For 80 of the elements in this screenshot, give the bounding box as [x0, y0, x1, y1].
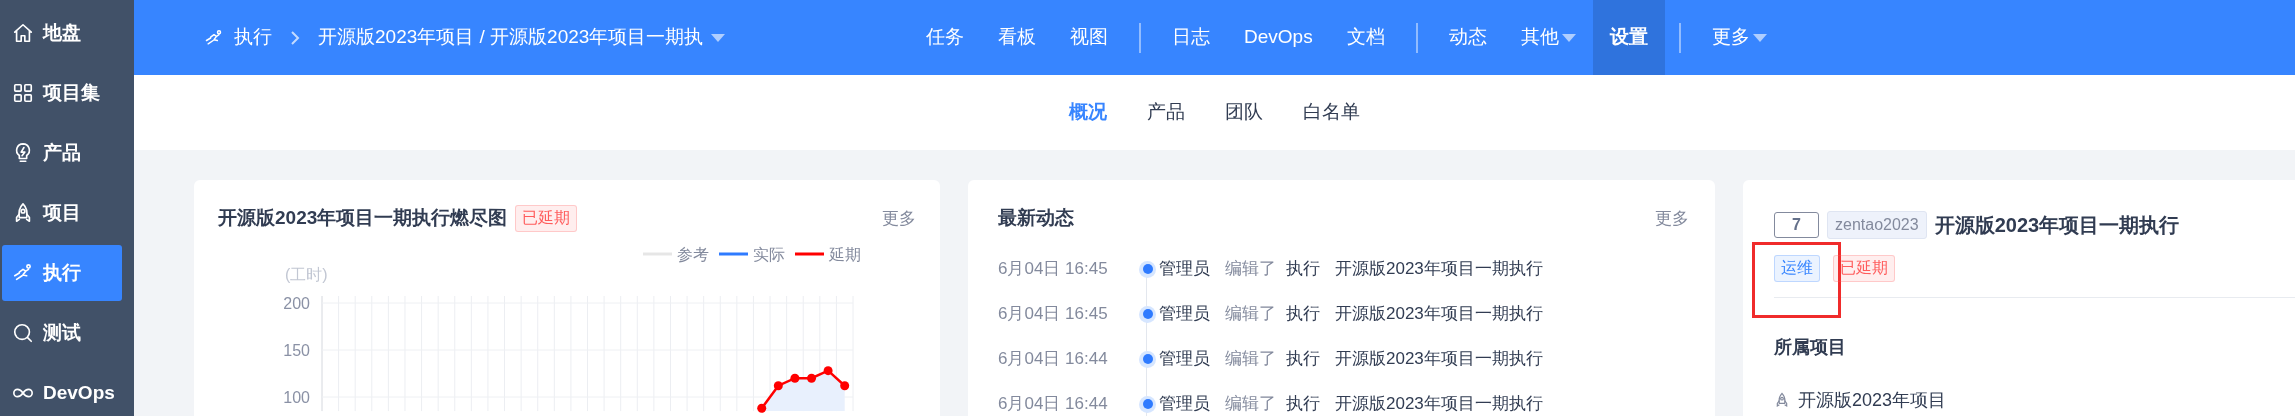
timestamp: 6月04日 16:44 [998, 393, 1109, 416]
data-point [807, 373, 816, 383]
timeline-dot [1139, 350, 1156, 368]
nav-link[interactable]: 其他 [1503, 0, 1593, 75]
legend-label: 延期 [828, 245, 861, 263]
nav-link[interactable]: 更多 [1694, 0, 1784, 75]
code-label: zentao2023 [1827, 211, 1927, 239]
user-name: 管理员 [1159, 348, 1210, 371]
chevron-right-icon [290, 29, 300, 46]
user-name: 管理员 [1159, 393, 1210, 416]
data-point [840, 380, 850, 390]
nav-link[interactable]: DevOps [1227, 0, 1330, 75]
tag: 已延期 [1833, 255, 1895, 282]
axis-title: (工时) [285, 265, 328, 283]
timestamp: 6月04日 16:45 [998, 258, 1109, 281]
user-name: 管理员 [1159, 303, 1210, 326]
nav-link[interactable]: 看板 [981, 0, 1053, 75]
sidebar-item[interactable]: 项目集 [2, 65, 122, 121]
sidebar-item[interactable]: 产品 [2, 125, 122, 181]
object-link[interactable]: 开源版2023年项目一期执行 [1335, 301, 1543, 327]
breadcrumb-link[interactable]: 执行 [234, 23, 272, 52]
object-link[interactable]: 开源版2023年项目一期执行 [1335, 391, 1543, 416]
data-point [757, 403, 767, 413]
nav-link[interactable]: 日志 [1155, 0, 1227, 75]
axis-tick-label: 100 [283, 388, 310, 406]
action-text: 编辑了 [1225, 303, 1276, 326]
more-link[interactable]: 更多 [1655, 205, 1689, 231]
card-title: 开源版2023年项目一期执行燃尽图 [218, 206, 508, 230]
tab[interactable]: 概况 [1051, 92, 1125, 133]
sidebar-item[interactable]: 项目 [2, 185, 122, 241]
timeline-dot [1139, 260, 1156, 278]
search-icon [12, 322, 34, 344]
object-type: 执行 [1286, 303, 1320, 326]
caret-down-icon [711, 33, 726, 42]
rocket-icon [1774, 391, 1790, 410]
timeline-dot [1139, 305, 1156, 323]
timestamp: 6月04日 16:45 [998, 303, 1109, 326]
more-link[interactable]: 更多 [882, 205, 916, 231]
execution-selector[interactable]: 开源版2023年项目 / 开源版2023年项目一期执 [318, 23, 726, 52]
timeline-dot [1139, 395, 1156, 413]
data-point [773, 380, 783, 390]
object-link[interactable]: 开源版2023年项目一期执行 [1335, 346, 1543, 372]
nav-link[interactable]: 动态 [1431, 0, 1504, 75]
nav-link[interactable]: 视图 [1053, 0, 1125, 75]
legend-label: 参考 [677, 245, 709, 263]
tab[interactable]: 团队 [1207, 92, 1281, 133]
tab[interactable]: 白名单 [1285, 92, 1378, 133]
sidebar-item[interactable]: DevOps [2, 365, 122, 416]
legend-item[interactable]: 延期 [795, 245, 861, 263]
nav-link[interactable]: 任务 [909, 0, 981, 75]
axis-tick-label: 200 [283, 294, 310, 312]
sidebar-item[interactable]: 测试 [2, 305, 122, 361]
tab[interactable]: 产品 [1129, 92, 1203, 133]
section-heading: 所属项目 [1773, 335, 1847, 359]
data-point [823, 365, 833, 375]
action-text: 编辑了 [1225, 393, 1276, 416]
sidebar-item[interactable]: 地盘 [2, 5, 122, 61]
grid-icon [12, 82, 34, 104]
action-text: 编辑了 [1225, 258, 1276, 281]
card-title: 最新动态 [998, 206, 1074, 230]
nav-link[interactable]: 文档 [1329, 0, 1402, 75]
axis-tick-label: 150 [283, 341, 310, 359]
timestamp: 6月04日 16:44 [998, 348, 1109, 371]
user-name: 管理员 [1159, 258, 1210, 281]
object-link[interactable]: 开源版2023年项目一期执行 [1335, 256, 1543, 282]
house-icon [12, 22, 34, 44]
legend-label: 实际 [753, 245, 785, 263]
object-type: 执行 [1286, 258, 1320, 281]
project-link[interactable]: 开源版2023年项目 [1743, 360, 2295, 414]
id-label: 7 [1774, 212, 1819, 238]
data-point [790, 373, 800, 383]
legend-item[interactable]: 参考 [643, 245, 709, 263]
object-type: 执行 [1286, 393, 1320, 416]
nav-link[interactable]: 设置 [1592, 0, 1665, 75]
object-type: 执行 [1286, 348, 1320, 371]
execution-title: 开源版2023年项目一期执行 [1934, 213, 2180, 238]
action-text: 编辑了 [1225, 348, 1276, 371]
status-tag: 已延期 [515, 204, 578, 232]
sidebar-item[interactable]: 执行 [2, 245, 122, 301]
legend-item[interactable]: 实际 [719, 245, 785, 263]
